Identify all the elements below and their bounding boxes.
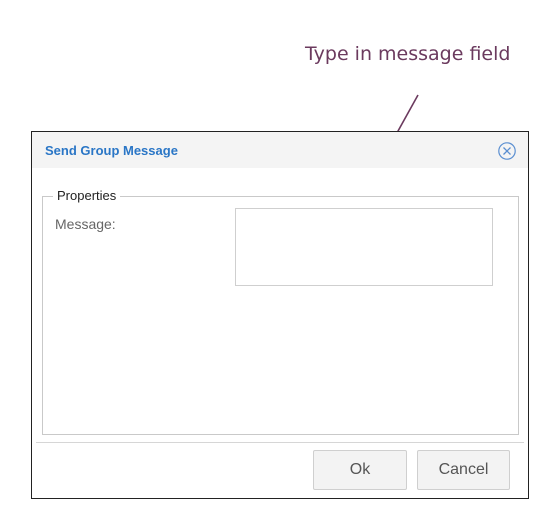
footer-divider <box>36 442 524 443</box>
screenshot-stage: Type in message field Send Group Message… <box>0 0 559 530</box>
close-circle-icon[interactable] <box>497 141 517 161</box>
dialog-header: Send Group Message <box>32 132 528 168</box>
cancel-button[interactable]: Cancel <box>417 450 510 490</box>
annotation-callout-text: Type in message field <box>305 43 511 65</box>
properties-legend: Properties <box>53 188 121 203</box>
message-input[interactable] <box>235 208 493 286</box>
dialog-title: Send Group Message <box>45 143 178 158</box>
message-label: Message: <box>55 216 116 232</box>
send-group-message-dialog: Send Group Message Properties Message: O… <box>31 131 529 499</box>
ok-button[interactable]: Ok <box>313 450 407 490</box>
